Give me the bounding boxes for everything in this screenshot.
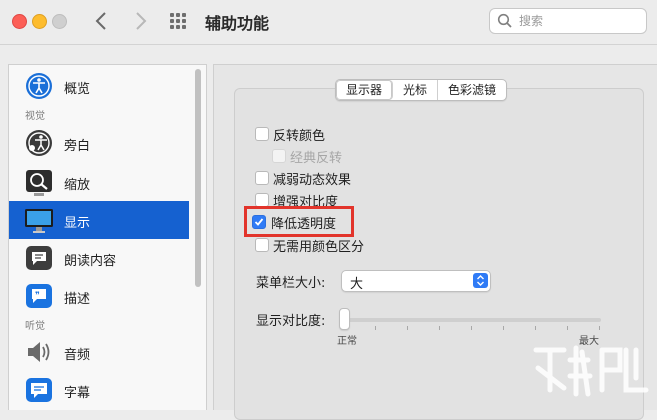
toolbar: 辅助功能 [0, 0, 657, 45]
menu-bar-size-select[interactable]: 大 [341, 270, 491, 292]
tab-color-filters[interactable]: 色彩滤镜 [438, 80, 506, 100]
forward-button[interactable] [128, 9, 152, 33]
zoom-window-button[interactable] [52, 14, 67, 29]
chevron-right-icon [136, 12, 147, 30]
sidebar-item-audio[interactable]: 音频 [9, 333, 189, 371]
chevron-left-icon [95, 12, 106, 30]
contrast-min-label: 正常 [337, 336, 357, 347]
display-icon [25, 209, 53, 233]
sidebar-scrollbar[interactable] [195, 69, 201, 287]
sidebar-item-label: 概览 [64, 82, 91, 97]
sidebar-item-display[interactable]: 显示 [9, 201, 189, 239]
audio-icon [28, 342, 50, 362]
tab-display[interactable]: 显示器 [336, 80, 394, 100]
classic-invert-checkbox[interactable] [272, 149, 286, 163]
invert-colors-checkbox[interactable] [255, 127, 269, 141]
section-vision: 视觉 [25, 111, 45, 122]
sidebar-item-label: 字幕 [64, 386, 91, 401]
tab-cursor[interactable]: 光标 [393, 80, 439, 100]
sidebar-item-zoom[interactable]: 缩放 [9, 163, 189, 201]
reduce-motion-label: 减弱动态效果 [273, 173, 352, 188]
watermark-logo [533, 345, 649, 397]
speech-icon [26, 246, 52, 270]
differentiate-without-color-label: 无需用颜色区分 [273, 240, 365, 255]
slider-tick [375, 326, 376, 330]
up-down-arrows-icon [473, 273, 488, 288]
minimize-window-button[interactable] [32, 14, 47, 29]
voiceover-icon [26, 130, 52, 156]
contrast-slider-knob[interactable] [339, 308, 350, 330]
sidebar-item-spoken-content[interactable]: 朗读内容 [9, 239, 189, 277]
descriptions-icon: ❞ [26, 284, 52, 308]
slider-tick [567, 326, 568, 330]
display-contrast-label: 显示对比度: [256, 314, 326, 329]
captions-icon [26, 378, 52, 402]
slider-tick [439, 326, 440, 330]
close-window-button[interactable] [12, 14, 27, 29]
sidebar-item-label: 旁白 [64, 139, 91, 154]
sidebar[interactable]: 概览 视觉 旁白 缩放 显示 朗读内容 ❞ 描述 听觉 音频 字幕 [8, 64, 207, 410]
slider-tick [471, 326, 472, 330]
sidebar-item-voiceover[interactable]: 旁白 [9, 124, 189, 162]
search-icon [497, 13, 512, 28]
sidebar-item-label: 缩放 [64, 178, 91, 193]
invert-colors-label: 反转颜色 [273, 129, 326, 144]
window-title: 辅助功能 [205, 14, 270, 33]
sidebar-item-captions[interactable]: 字幕 [9, 371, 189, 409]
highlight-box [244, 206, 354, 237]
search-field[interactable] [489, 8, 647, 34]
search-input[interactable] [517, 11, 641, 31]
zoom-icon [26, 170, 52, 196]
sidebar-item-label: 描述 [64, 292, 91, 307]
sidebar-item-label: 显示 [64, 216, 91, 231]
sidebar-item-label: 音频 [64, 348, 91, 363]
slider-tick [535, 326, 536, 330]
reduce-motion-checkbox[interactable] [255, 171, 269, 185]
differentiate-without-color-checkbox[interactable] [255, 238, 269, 252]
slider-tick [599, 326, 600, 330]
sidebar-item-overview[interactable]: 概览 [9, 67, 189, 105]
contrast-slider-track[interactable] [345, 318, 601, 322]
menu-bar-size-label: 菜单栏大小: [256, 276, 326, 291]
classic-invert-label: 经典反转 [290, 151, 343, 166]
back-button[interactable] [90, 9, 114, 33]
show-all-grid-icon[interactable] [170, 13, 188, 31]
section-hearing: 听觉 [25, 321, 45, 332]
sidebar-item-label: 朗读内容 [64, 254, 117, 269]
slider-tick [503, 326, 504, 330]
slider-tick [407, 326, 408, 330]
svg-text:❞: ❞ [35, 291, 40, 301]
accessibility-icon [26, 73, 52, 99]
tab-bar: 显示器 光标 色彩滤镜 [335, 79, 508, 101]
menu-bar-size-value: 大 [350, 277, 364, 292]
increase-contrast-checkbox[interactable] [255, 193, 269, 207]
sidebar-item-descriptions[interactable]: ❞ 描述 [9, 277, 189, 315]
